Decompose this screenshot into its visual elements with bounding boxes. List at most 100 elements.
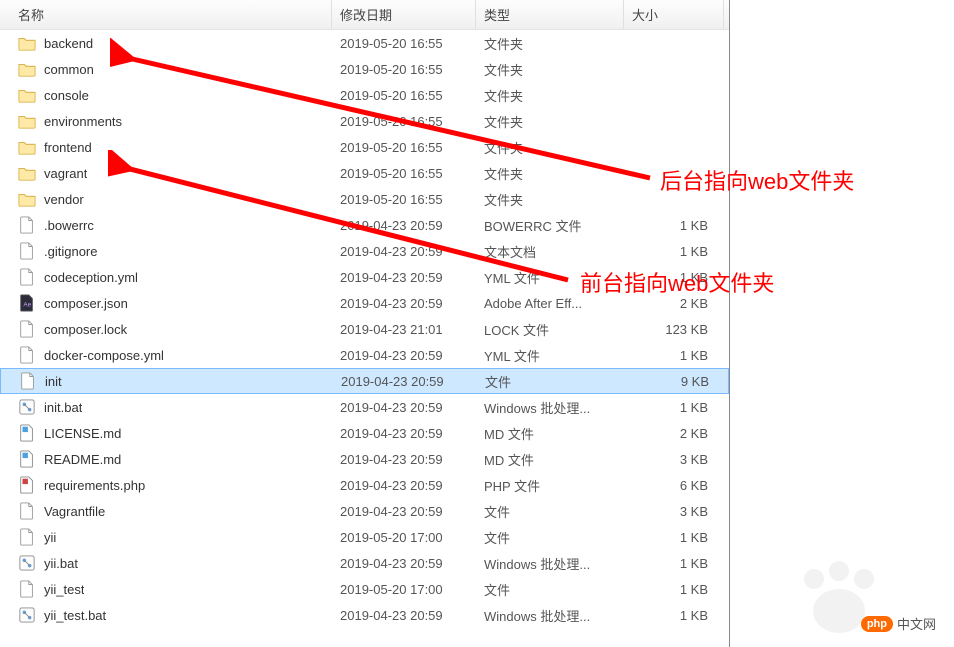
file-date: 2019-04-23 20:59 — [332, 504, 476, 519]
file-size: 9 KB — [625, 374, 717, 389]
file-size: 1 KB — [624, 530, 716, 545]
file-size: 1 KB — [624, 556, 716, 571]
file-size: 1 KB — [624, 400, 716, 415]
file-size: 123 KB — [624, 322, 716, 337]
file-row[interactable]: .bowerrc2019-04-23 20:59BOWERRC 文件1 KB — [0, 212, 729, 238]
file-size: 3 KB — [624, 504, 716, 519]
file-name: frontend — [44, 140, 92, 155]
file-row[interactable]: requirements.php 2019-04-23 20:59PHP 文件6 … — [0, 472, 729, 498]
file-date: 2019-04-23 20:59 — [332, 608, 476, 623]
file-size: 2 KB — [624, 426, 716, 441]
file-name: yii_test — [44, 582, 84, 597]
folder-icon — [18, 112, 36, 130]
file-row[interactable]: yii_test.bat2019-04-23 20:59Windows 批处理.… — [0, 602, 729, 628]
file-name: yii.bat — [44, 556, 78, 571]
file-row[interactable]: LICENSE.md2019-04-23 20:59MD 文件2 KB — [0, 420, 729, 446]
file-row[interactable]: init2019-04-23 20:59文件9 KB — [0, 368, 729, 394]
file-name: backend — [44, 36, 93, 51]
file-name: environments — [44, 114, 122, 129]
file-row[interactable]: frontend2019-05-20 16:55文件夹 — [0, 134, 729, 160]
md-icon — [18, 424, 36, 442]
file-type: 文件夹 — [476, 190, 624, 209]
folder-icon — [18, 164, 36, 182]
folder-icon — [18, 190, 36, 208]
file-date: 2019-05-20 16:55 — [332, 114, 476, 129]
column-header-date[interactable]: 修改日期 — [332, 0, 476, 29]
file-name: init.bat — [44, 400, 82, 415]
file-date: 2019-04-23 21:01 — [332, 322, 476, 337]
file-name: common — [44, 62, 94, 77]
file-icon — [18, 268, 36, 286]
file-row[interactable]: docker-compose.yml2019-04-23 20:59YML 文件… — [0, 342, 729, 368]
file-type: 文件夹 — [476, 138, 624, 157]
svg-text:Ae: Ae — [23, 302, 31, 309]
file-type: 文件 — [476, 528, 624, 547]
file-row[interactable]: vagrant2019-05-20 16:55文件夹 — [0, 160, 729, 186]
watermark-php-badge: php — [861, 616, 893, 632]
watermark-logo: php 中文网 — [861, 614, 936, 633]
file-date: 2019-05-20 17:00 — [332, 582, 476, 597]
file-row[interactable]: yii.bat2019-04-23 20:59Windows 批处理...1 K… — [0, 550, 729, 576]
file-date: 2019-04-23 20:59 — [332, 400, 476, 415]
file-date: 2019-04-23 20:59 — [332, 244, 476, 259]
file-size: 1 KB — [624, 608, 716, 623]
column-header-name-label: 名称 — [18, 5, 44, 24]
watermark-site-text: 中文网 — [897, 614, 936, 633]
column-header-type[interactable]: 类型 — [476, 0, 624, 29]
file-type: 文件 — [476, 502, 624, 521]
file-icon — [18, 502, 36, 520]
file-date: 2019-04-23 20:59 — [333, 374, 477, 389]
file-row[interactable]: environments2019-05-20 16:55文件夹 — [0, 108, 729, 134]
file-name: console — [44, 88, 89, 103]
file-name: vendor — [44, 192, 84, 207]
file-row[interactable]: composer.lock2019-04-23 21:01LOCK 文件123 … — [0, 316, 729, 342]
file-size: 6 KB — [624, 478, 716, 493]
file-row[interactable]: README.md2019-04-23 20:59MD 文件3 KB — [0, 446, 729, 472]
file-date: 2019-05-20 16:55 — [332, 192, 476, 207]
file-rows-container: backend2019-05-20 16:55文件夹 common2019-05… — [0, 30, 729, 628]
file-date: 2019-05-20 16:55 — [332, 36, 476, 51]
file-type: 文件夹 — [476, 164, 624, 183]
file-list-pane: 名称 修改日期 类型 大小 backend2019-05-20 16:55文件夹… — [0, 0, 730, 647]
folder-icon — [18, 60, 36, 78]
file-name: README.md — [44, 452, 121, 467]
file-type: 文本文档 — [476, 242, 624, 261]
file-name: docker-compose.yml — [44, 348, 164, 363]
json-icon: Ae — [18, 294, 36, 312]
file-date: 2019-04-23 20:59 — [332, 478, 476, 493]
file-date: 2019-04-23 20:59 — [332, 348, 476, 363]
column-header-size[interactable]: 大小 — [624, 0, 724, 29]
folder-icon — [18, 86, 36, 104]
annotation-frontend-label: 前台指向web文件夹 — [580, 266, 774, 298]
file-date: 2019-04-23 20:59 — [332, 556, 476, 571]
file-name: composer.lock — [44, 322, 127, 337]
file-icon — [18, 216, 36, 234]
file-row[interactable]: common2019-05-20 16:55文件夹 — [0, 56, 729, 82]
file-row[interactable]: yii2019-05-20 17:00文件1 KB — [0, 524, 729, 550]
file-date: 2019-04-23 20:59 — [332, 426, 476, 441]
file-date: 2019-05-20 17:00 — [332, 530, 476, 545]
file-name: composer.json — [44, 296, 128, 311]
file-row[interactable]: .gitignore2019-04-23 20:59文本文档1 KB — [0, 238, 729, 264]
file-row[interactable]: Vagrantfile2019-04-23 20:59文件3 KB — [0, 498, 729, 524]
file-type: 文件 — [476, 580, 624, 599]
file-icon — [19, 372, 37, 390]
bat-icon — [18, 398, 36, 416]
file-row[interactable]: console2019-05-20 16:55文件夹 — [0, 82, 729, 108]
file-row[interactable]: backend2019-05-20 16:55文件夹 — [0, 30, 729, 56]
file-type: Windows 批处理... — [476, 606, 624, 625]
file-row[interactable]: init.bat2019-04-23 20:59Windows 批处理...1 … — [0, 394, 729, 420]
file-date: 2019-04-23 20:59 — [332, 452, 476, 467]
file-row[interactable]: vendor 2019-05-20 16:55文件夹 — [0, 186, 729, 212]
file-size: 1 KB — [624, 218, 716, 233]
column-header-name[interactable]: 名称 — [0, 0, 332, 29]
folder-icon — [18, 34, 36, 52]
file-name: requirements.php — [44, 478, 145, 493]
column-header-size-label: 大小 — [632, 5, 658, 24]
file-type: PHP 文件 — [476, 476, 624, 495]
php-icon — [18, 476, 36, 494]
file-row[interactable]: yii_test2019-05-20 17:00文件1 KB — [0, 576, 729, 602]
file-icon — [18, 580, 36, 598]
file-icon — [18, 528, 36, 546]
md-icon — [18, 450, 36, 468]
